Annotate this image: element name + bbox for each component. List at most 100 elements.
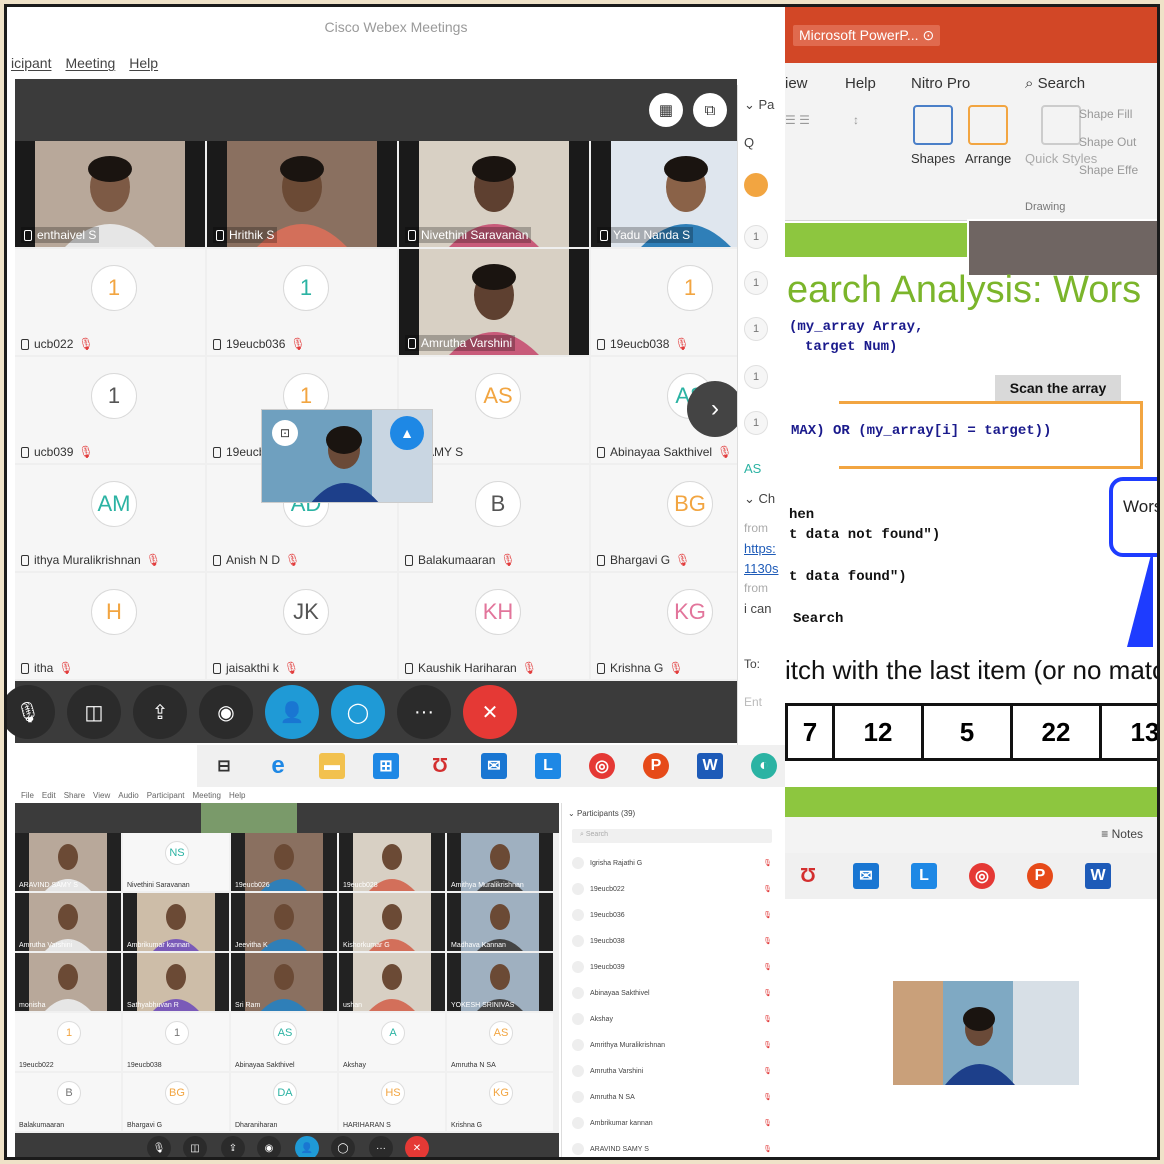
- participant-tile[interactable]: BG Bhargavi G: [123, 1073, 229, 1131]
- file-explorer-icon[interactable]: ▬: [319, 753, 345, 779]
- participant-tile[interactable]: Sri Ram: [231, 953, 337, 1011]
- l-app-icon[interactable]: L: [535, 753, 561, 779]
- participant-list-item[interactable]: ARAVIND SAMY S 🎙: [572, 1139, 772, 1157]
- shapes-button[interactable]: Shapes: [911, 105, 955, 166]
- grid-view-icon[interactable]: ▦: [649, 93, 683, 127]
- floating-video[interactable]: [893, 981, 1079, 1085]
- menu-participant[interactable]: Participant: [147, 791, 185, 800]
- menu-meeting[interactable]: Meeting: [193, 791, 221, 800]
- store-icon[interactable]: ⊞: [373, 753, 399, 779]
- arrange-button[interactable]: Arrange: [965, 105, 1011, 166]
- participant-tile[interactable]: Hitha 🎙: [15, 573, 205, 679]
- participant-tile[interactable]: monisha: [15, 953, 121, 1011]
- participant-tile[interactable]: NS Nivethini Saravanan: [123, 833, 229, 891]
- panel-header[interactable]: ⌄ Pa: [744, 97, 774, 113]
- participant-list-item[interactable]: 19eucb022 🎙: [572, 879, 772, 899]
- menu-participant[interactable]: icipant: [11, 55, 51, 71]
- chrome-icon[interactable]: ◎: [969, 863, 995, 889]
- participant-list-item[interactable]: Ambrikumar kannan 🎙: [572, 1113, 772, 1133]
- participant-tile[interactable]: Amithya Muralikrishnan: [447, 833, 553, 891]
- participant-tile[interactable]: AS Abinayaa Sakthivel: [231, 1013, 337, 1071]
- participant-tile[interactable]: 1 ucb022 🎙: [15, 249, 205, 355]
- participant-tile[interactable]: Amrutha Varshini: [399, 249, 589, 355]
- powerpoint-taskbar-tab[interactable]: Microsoft PowerP... ⊙: [793, 25, 941, 46]
- participant-tile[interactable]: Sathyabhuvan R: [123, 953, 229, 1011]
- participant-list-item[interactable]: Amrutha Varshini 🎙: [572, 1061, 772, 1081]
- tab-help[interactable]: Help: [845, 75, 876, 92]
- self-view-video[interactable]: ⊡ ▲: [261, 409, 433, 503]
- participant-tile[interactable]: 1 19eucb022: [15, 1013, 121, 1071]
- shape-outline-button[interactable]: Shape Out: [1079, 135, 1136, 149]
- participant-list-item[interactable]: 19eucb036 🎙: [572, 905, 772, 925]
- mcafee-icon[interactable]: Ʊ: [795, 863, 821, 889]
- search-icon[interactable]: Q: [744, 135, 754, 150]
- notes-button[interactable]: ≡ Notes: [785, 817, 1157, 853]
- participant-tile[interactable]: DA Dharaniharan: [231, 1073, 337, 1131]
- leave-meeting-button[interactable]: ✕: [463, 685, 517, 739]
- camera-switch-icon[interactable]: ▲: [390, 416, 424, 450]
- participant-tile[interactable]: AM ithya Muralikrishnan 🎙: [15, 465, 205, 571]
- chat-link[interactable]: 1130s: [744, 561, 778, 576]
- tab-view[interactable]: iew: [785, 75, 808, 92]
- next-page-arrow-icon[interactable]: ›: [687, 381, 743, 437]
- mute-button[interactable]: 🎙: [7, 685, 55, 739]
- shape-fill-button[interactable]: Shape Fill: [1079, 107, 1132, 121]
- menu-edit[interactable]: Edit: [42, 791, 56, 800]
- stop-video-button[interactable]: ◫: [67, 685, 121, 739]
- participant-tile[interactable]: Kishorkumar G: [339, 893, 445, 951]
- participant-tile[interactable]: Jeevitha K: [231, 893, 337, 951]
- participant-tile[interactable]: KG Krishna G: [447, 1073, 553, 1131]
- menu-share[interactable]: Share: [64, 791, 85, 800]
- expand-icon[interactable]: ⊡: [272, 420, 298, 446]
- mail-icon[interactable]: ✉: [481, 753, 507, 779]
- participant-tile[interactable]: 1 ucb039 🎙: [15, 357, 205, 463]
- menu-help[interactable]: Help: [129, 55, 158, 71]
- participant-tile[interactable]: Nivethini Saravanan: [399, 141, 589, 247]
- l-app-icon[interactable]: L: [911, 863, 937, 889]
- word-icon[interactable]: W: [1085, 863, 1111, 889]
- participants-button[interactable]: 👤: [265, 685, 319, 739]
- stop-video-button[interactable]: ◫: [183, 1136, 207, 1157]
- more-options-button[interactable]: ···: [397, 685, 451, 739]
- chat-header[interactable]: ⌄ Ch: [744, 491, 775, 507]
- chat-link[interactable]: https:: [744, 541, 776, 556]
- participant-tile[interactable]: B Balakumaaran: [15, 1073, 121, 1131]
- participant-tile[interactable]: AS Amrutha N SA: [447, 1013, 553, 1071]
- webex-icon[interactable]: ◐: [751, 753, 777, 779]
- tab-nitro-pro[interactable]: Nitro Pro: [911, 75, 970, 92]
- tab-search[interactable]: ⌕ Search: [1025, 75, 1085, 92]
- task-view-icon[interactable]: ⊟: [211, 753, 237, 779]
- participant-tile[interactable]: enthaivel S: [15, 141, 205, 247]
- chat-input[interactable]: Ent: [744, 695, 762, 709]
- participant-tile[interactable]: HS HARIHARAN S: [339, 1073, 445, 1131]
- participant-tile[interactable]: KH Kaushik Hariharan 🎙: [399, 573, 589, 679]
- participant-tile[interactable]: Madhava Kannan: [447, 893, 553, 951]
- participant-list-item[interactable]: 19eucb039 🎙: [572, 957, 772, 977]
- mail-icon[interactable]: ✉: [853, 863, 879, 889]
- participant-tile[interactable]: 1 19eucb038: [123, 1013, 229, 1071]
- edge-icon[interactable]: e: [265, 752, 291, 779]
- participant-tile[interactable]: 19eucb026: [231, 833, 337, 891]
- participant-tile[interactable]: ushan: [339, 953, 445, 1011]
- chat-button[interactable]: ◯: [331, 1136, 355, 1157]
- align-icon[interactable]: ☰ ☰: [785, 113, 810, 127]
- participant-list-item[interactable]: Igrisha Rajathi G 🎙: [572, 853, 772, 873]
- layout-icon[interactable]: ⧉: [693, 93, 727, 127]
- menu-meeting[interactable]: Meeting: [65, 55, 115, 71]
- participant-tile[interactable]: 19eucb028: [339, 833, 445, 891]
- participants-button[interactable]: 👤: [295, 1136, 319, 1157]
- share-button[interactable]: ⇪: [221, 1136, 245, 1157]
- record-button[interactable]: ◉: [199, 685, 253, 739]
- record-button[interactable]: ◉: [257, 1136, 281, 1157]
- powerpoint-icon[interactable]: P: [1027, 863, 1053, 889]
- participant-tile[interactable]: ARAVIND SAMY S: [15, 833, 121, 891]
- menu-audio[interactable]: Audio: [118, 791, 138, 800]
- sort-icon[interactable]: ↕: [853, 113, 859, 127]
- participant-list-item[interactable]: Akshay 🎙: [572, 1009, 772, 1029]
- menu-help[interactable]: Help: [229, 791, 245, 800]
- word-icon[interactable]: W: [697, 753, 723, 779]
- participant-list-item[interactable]: 19eucb038 🎙: [572, 931, 772, 951]
- participant-list-item[interactable]: Abinayaa Sakthivel 🎙: [572, 983, 772, 1003]
- participant-tile[interactable]: Ambrikumar kannan: [123, 893, 229, 951]
- menu-file[interactable]: File: [21, 791, 34, 800]
